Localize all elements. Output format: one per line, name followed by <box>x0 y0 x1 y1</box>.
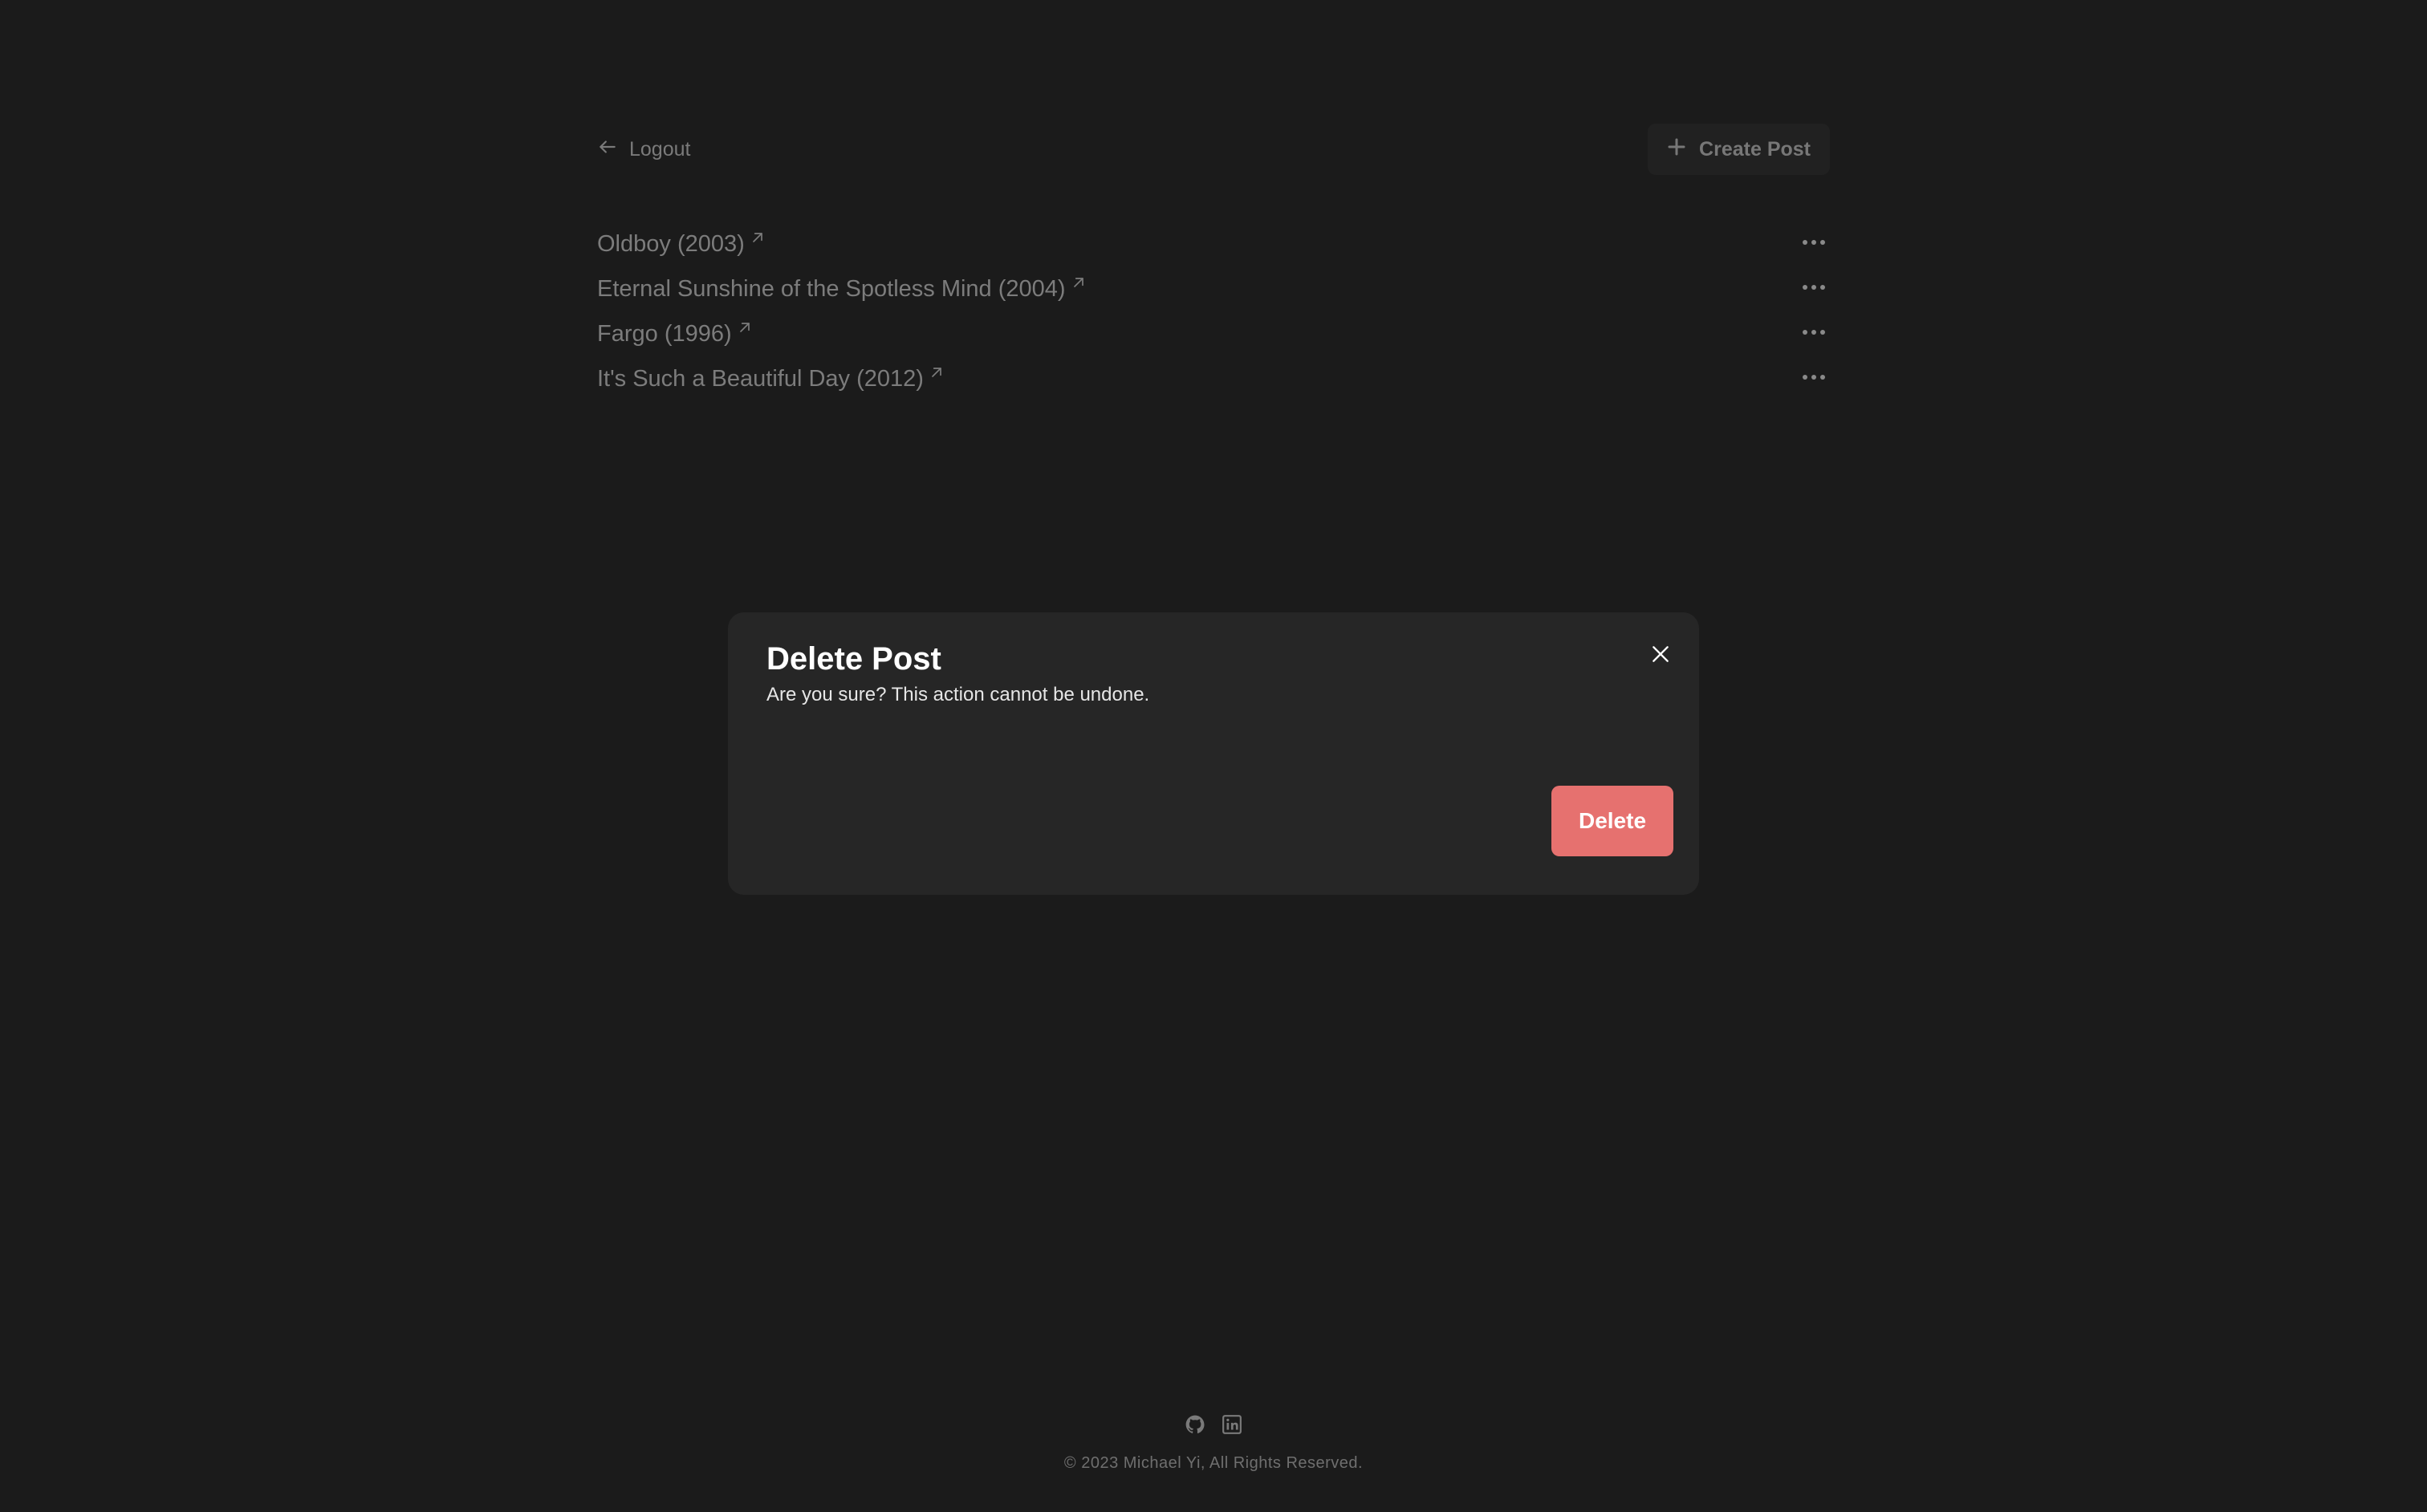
close-button[interactable] <box>1646 640 1675 669</box>
external-link-icon <box>1073 277 1083 287</box>
delete-post-dialog: Delete Post Are you sure? This action ca… <box>728 612 1699 895</box>
copyright-text: © 2023 Michael Yi, All Rights Reserved. <box>1063 1454 1364 1472</box>
plus-icon <box>1667 137 1686 162</box>
create-post-label: Create Post <box>1699 137 1811 161</box>
more-horizontal-icon <box>1803 375 1825 380</box>
arrow-left-icon <box>597 136 618 163</box>
more-options-button[interactable] <box>1798 226 1830 258</box>
more-options-button[interactable] <box>1798 316 1830 348</box>
list-item: Fargo (1996) <box>597 311 1830 356</box>
post-link[interactable]: It's Such a Beautiful Day (2012) <box>597 366 945 392</box>
post-link[interactable]: Fargo (1996) <box>597 321 753 348</box>
dialog-title: Delete Post <box>766 641 941 677</box>
more-horizontal-icon <box>1803 285 1825 290</box>
logout-label: Logout <box>629 137 691 161</box>
close-icon <box>1653 646 1669 662</box>
page: Logout Create Post Oldboy (2003) Eternal… <box>0 0 2427 1512</box>
external-link-icon <box>739 322 750 332</box>
more-options-button[interactable] <box>1798 271 1830 303</box>
post-title: Fargo (1996) <box>597 320 732 347</box>
more-options-button[interactable] <box>1798 361 1830 393</box>
dialog-description: Are you sure? This action cannot be undo… <box>766 684 1150 705</box>
post-title: Oldboy (2003) <box>597 230 745 257</box>
social-links <box>0 1414 2427 1438</box>
post-title: Eternal Sunshine of the Spotless Mind (2… <box>597 275 1066 302</box>
post-link[interactable]: Eternal Sunshine of the Spotless Mind (2… <box>597 276 1087 303</box>
logout-button[interactable]: Logout <box>597 124 690 175</box>
external-link-icon <box>752 232 762 242</box>
delete-button[interactable]: Delete <box>1551 786 1673 856</box>
more-horizontal-icon <box>1803 330 1825 335</box>
footer: © 2023 Michael Yi, All Rights Reserved. <box>0 1414 2427 1473</box>
external-link-icon <box>932 367 941 377</box>
post-link[interactable]: Oldboy (2003) <box>597 231 766 258</box>
top-bar: Logout Create Post <box>597 124 1830 175</box>
linkedin-icon <box>1222 1415 1242 1434</box>
github-link[interactable] <box>1185 1414 1205 1435</box>
linkedin-link[interactable] <box>1222 1414 1242 1435</box>
post-title: It's Such a Beautiful Day (2012) <box>597 365 924 392</box>
list-item: Eternal Sunshine of the Spotless Mind (2… <box>597 266 1830 311</box>
create-post-button[interactable]: Create Post <box>1648 124 1830 175</box>
more-horizontal-icon <box>1803 240 1825 245</box>
list-item: Oldboy (2003) <box>597 222 1830 266</box>
post-list: Oldboy (2003) Eternal Sunshine of the Sp… <box>597 222 1830 401</box>
main-container: Logout Create Post Oldboy (2003) Eternal… <box>597 124 1830 392</box>
list-item: It's Such a Beautiful Day (2012) <box>597 356 1830 401</box>
github-icon <box>1185 1415 1205 1433</box>
